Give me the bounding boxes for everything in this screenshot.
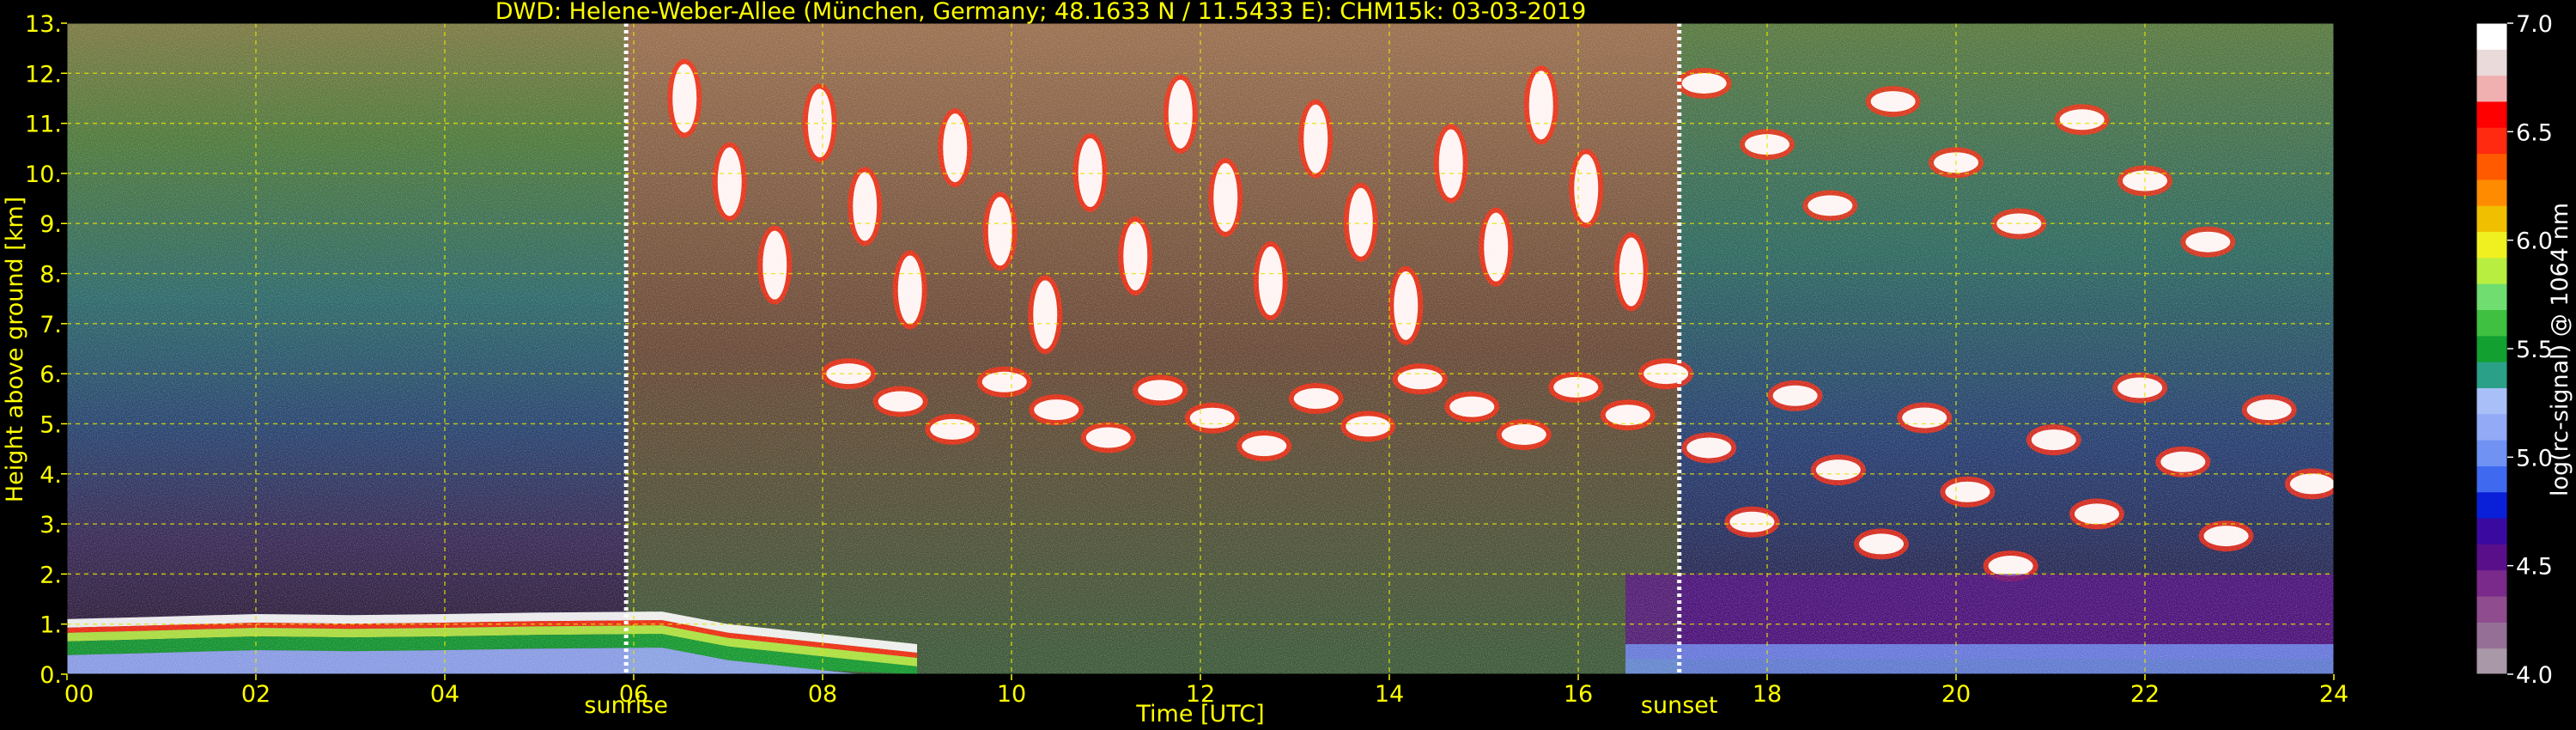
colorbar-segment — [2476, 465, 2507, 493]
colorbar-segment — [2476, 491, 2507, 519]
colorbar-segment — [2476, 518, 2507, 544]
x-tick-label: 08 — [808, 681, 837, 708]
colorbar-segment — [2476, 648, 2507, 675]
y-tick-label: 13. — [25, 11, 62, 38]
colorbar-tick-label: 6.5 — [2516, 119, 2553, 146]
colorbar-segments — [2476, 23, 2507, 675]
colorbar-segment — [2476, 362, 2507, 388]
colorbar-tick-label: 4.0 — [2516, 662, 2553, 689]
colorbar-segment — [2476, 596, 2507, 623]
colorbar-segment — [2476, 257, 2507, 284]
y-tick-label: 3. — [39, 512, 62, 538]
x-tick-label: 10 — [997, 681, 1026, 708]
x-tick-label: 22 — [2130, 681, 2160, 708]
colorbar-label: log(rc-signal) @ 1064 nm — [2547, 203, 2573, 496]
y-tick-label: 2. — [39, 562, 62, 588]
x-tick-label: 16 — [1564, 681, 1593, 708]
colorbar-segment — [2476, 231, 2507, 259]
y-tick-label: 10. — [25, 161, 62, 188]
y-tick-label: 7. — [39, 312, 62, 338]
colorbar-segment — [2476, 309, 2507, 337]
colorbar-segment — [2476, 179, 2507, 206]
colorbar-segment — [2476, 440, 2507, 466]
x-tick-label: 20 — [1941, 681, 1971, 708]
y-tick-labels: 0. 1. 2. 3. 4. 5. 6. 7. 8. 9. 10. 11. 12. 13. — [25, 11, 67, 689]
colorbar-segment — [2476, 335, 2507, 362]
colorbar: 4.04.55.05.56.06.57.0 log(rc-signal) @ 1… — [2476, 11, 2573, 689]
colorbar-segment — [2476, 49, 2507, 76]
x-tick-label: 24 — [2319, 681, 2348, 708]
x-tick-label: 18 — [1753, 681, 1782, 708]
x-tick-label: 14 — [1375, 681, 1404, 708]
colorbar-segment — [2476, 205, 2507, 233]
colorbar-tick-label: 7.0 — [2516, 11, 2553, 38]
y-tick-label: 12. — [25, 61, 62, 88]
x-axis-label: Time [UTC] — [1135, 701, 1264, 727]
y-tick-label: 11. — [25, 112, 62, 138]
colorbar-segment — [2476, 569, 2507, 597]
colorbar-segment — [2476, 413, 2507, 441]
marker-label-sunset: sunset — [1641, 692, 1718, 719]
colorbar-tick-labels: 4.04.55.05.56.06.57.0 — [2507, 11, 2553, 689]
x-tick-label: 00 — [64, 681, 94, 708]
ceilometer-figure: sunrise sunset 00 02 04 06 08 10 12 14 16 18 20 22 24… — [2, 0, 2573, 727]
colorbar-segment — [2476, 153, 2507, 180]
colorbar-segment — [2476, 23, 2507, 50]
y-tick-label: 0. — [39, 662, 62, 689]
x-tick-label: 06 — [619, 681, 648, 708]
y-tick-label: 4. — [39, 462, 62, 489]
colorbar-segment — [2476, 75, 2507, 102]
chart-title: DWD: Helene-Weber-Allee (München, German… — [495, 0, 1587, 25]
y-tick-label: 9. — [39, 211, 62, 238]
colorbar-segment — [2476, 544, 2507, 571]
x-tick-label: 02 — [241, 681, 270, 708]
colorbar-tick-label: 4.5 — [2516, 554, 2553, 581]
x-tick-label: 04 — [430, 681, 459, 708]
y-tick-label: 6. — [39, 362, 62, 388]
colorbar-segment — [2476, 387, 2507, 415]
colorbar-segment — [2476, 622, 2507, 649]
colorbar-segment — [2476, 127, 2507, 155]
plot-area — [67, 23, 2334, 674]
y-axis-label: Height above ground [km] — [2, 197, 28, 502]
y-tick-label: 8. — [39, 262, 62, 289]
colorbar-segment — [2476, 283, 2507, 311]
colorbar-segment — [2476, 100, 2507, 128]
y-tick-label: 5. — [39, 411, 62, 438]
y-tick-label: 1. — [39, 612, 62, 639]
